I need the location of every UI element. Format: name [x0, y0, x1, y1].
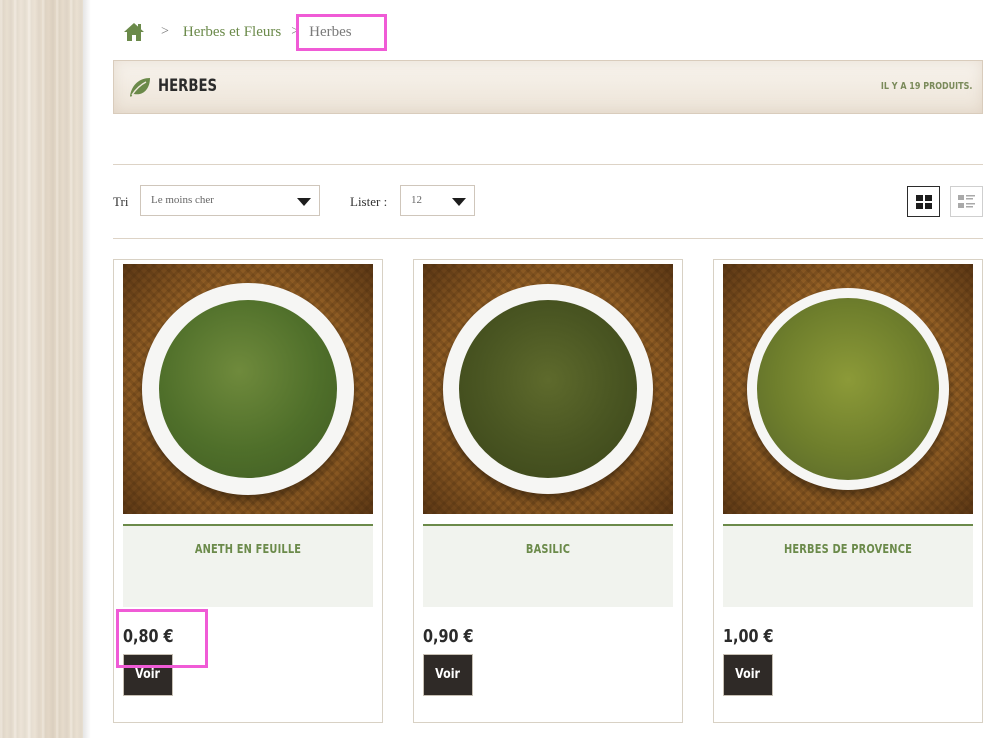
- grid-icon: [916, 195, 932, 209]
- product-name-box: HERBES DE PROVENCE: [723, 524, 973, 607]
- home-icon[interactable]: [123, 22, 145, 42]
- product-name[interactable]: ANETH EN FEUILLE: [146, 542, 351, 556]
- highlight-box-price: [116, 609, 208, 668]
- product-image[interactable]: [423, 264, 673, 514]
- divider-top: [113, 164, 983, 165]
- view-product-button[interactable]: Voir: [423, 654, 473, 696]
- product-name-box: ANETH EN FEUILLE: [123, 524, 373, 607]
- product-price: 1,00 €: [723, 626, 774, 647]
- chevron-down-icon: [297, 198, 311, 206]
- chevron-down-icon: [452, 198, 466, 206]
- per-page-label: Lister :: [350, 194, 388, 209]
- sort-label: Tri: [113, 194, 129, 209]
- side-panel-shadow: [83, 0, 91, 738]
- view-product-button[interactable]: Voir: [723, 654, 773, 696]
- product-image[interactable]: [723, 264, 973, 514]
- grid-view-button[interactable]: [907, 186, 940, 217]
- product-price: 0,90 €: [423, 626, 474, 647]
- category-title: HERBES: [158, 76, 218, 96]
- category-header: HERBES IL Y A 19 PRODUITS.: [113, 60, 983, 114]
- divider-bottom: [113, 238, 983, 239]
- breadcrumb-link-herbes-et-fleurs[interactable]: Herbes et Fleurs: [183, 24, 281, 41]
- product-count: IL Y A 19 PRODUITS.: [880, 81, 972, 92]
- per-page-select-value: 12: [411, 194, 422, 206]
- sort-select[interactable]: Le moins cher: [140, 185, 320, 216]
- leaf-icon: [128, 76, 152, 98]
- per-page-select[interactable]: 12: [400, 185, 475, 216]
- product-name-box: BASILIC: [423, 524, 673, 607]
- breadcrumb-separator: >: [161, 24, 169, 39]
- product-card[interactable]: BASILIC 0,90 € Voir: [413, 259, 683, 723]
- product-name[interactable]: HERBES DE PROVENCE: [746, 542, 951, 556]
- highlight-box-breadcrumb: [296, 14, 387, 51]
- sort-select-value: Le moins cher: [151, 194, 214, 206]
- product-name[interactable]: BASILIC: [446, 542, 651, 556]
- product-image[interactable]: [123, 264, 373, 514]
- wood-side-panel: [0, 0, 83, 738]
- list-icon: [958, 195, 975, 208]
- product-card[interactable]: HERBES DE PROVENCE 1,00 € Voir: [713, 259, 983, 723]
- list-view-button[interactable]: [950, 186, 983, 217]
